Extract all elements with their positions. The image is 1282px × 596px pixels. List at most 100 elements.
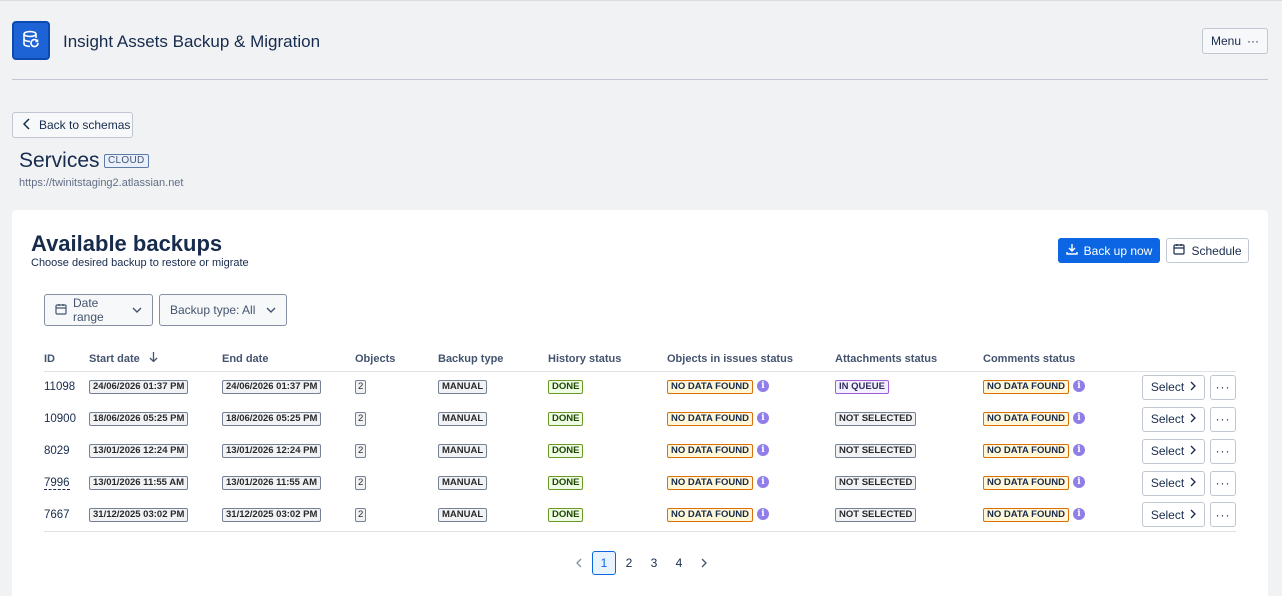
more-actions-button[interactable]: ··· [1210,374,1236,400]
row-id[interactable]: 11098 [44,381,75,393]
schedule-label: Schedule [1191,243,1242,258]
card-subtitle: Choose desired backup to restore or migr… [31,257,249,269]
row-attachments-status: NOT SELECTED [835,507,917,522]
col-history-status[interactable]: History status [548,347,667,372]
row-actions-cell: Select ··· [1113,435,1236,467]
cloud-badge: CLOUD [104,154,149,168]
page-2[interactable]: 2 [617,551,641,575]
chevron-right-icon [1190,508,1197,522]
schema-url: https://twinitstaging2.atlassian.net [19,177,184,189]
select-button[interactable]: Select [1142,406,1205,432]
more-dots-icon: ··· [1247,34,1260,48]
row-objects: 2 [355,507,367,522]
pagination: 1 2 3 4 [567,551,716,575]
col-objects[interactable]: Objects [355,347,438,372]
col-start-date-label: Start date [89,353,140,366]
row-objects: 2 [355,412,367,426]
col-objects-issues-status[interactable]: Objects in issues status [667,347,835,372]
info-icon[interactable]: i [756,443,769,456]
row-actions: Select ··· [1113,438,1236,464]
row-start-cell: 24/06/2026 01:37 PM [89,371,222,403]
table-header-row: ID Start date End date Objects Backup ty… [44,347,1236,372]
row-objects-cell: 2 [355,467,438,499]
row-issues-status: NO DATA FOUND [667,412,753,427]
next-page-icon[interactable] [692,551,716,575]
row-end-date: 13/01/2026 11:55 AM [222,476,322,490]
info-icon[interactable]: i [756,411,769,424]
more-dots-icon: ··· [1215,444,1231,458]
row-history-cell: DONE [548,371,667,403]
col-end-date[interactable]: End date [222,347,355,372]
prev-page-icon[interactable] [567,551,591,575]
table-row: 11098 24/06/2026 01:37 PM 24/06/2026 01:37… [44,371,1236,403]
col-backup-type[interactable]: Backup type [438,347,548,372]
row-id[interactable]: 7667 [44,509,70,521]
row-attachments-status: NOT SELECTED [835,476,917,490]
page-4[interactable]: 4 [667,551,691,575]
page-3[interactable]: 3 [642,551,666,575]
page-1[interactable]: 1 [592,551,616,575]
date-range-filter[interactable]: Date range [44,294,153,326]
select-label: Select [1150,476,1185,490]
row-comments-status: NO DATA FOUND [983,444,1069,459]
more-dots-icon: ··· [1215,507,1231,522]
row-actions: Select ··· [1113,502,1236,528]
info-icon[interactable]: i [756,475,769,488]
schedule-button[interactable]: Schedule [1166,238,1249,263]
row-issues-cell: NO DATA FOUND i [667,467,835,499]
backups-card: Available backups Choose desired backup … [12,210,1268,596]
row-actions-cell: Select ··· [1113,499,1236,532]
more-actions-button[interactable]: ··· [1210,406,1236,432]
back-up-now-button[interactable]: Back up now [1058,238,1160,263]
row-issues-status: NO DATA FOUND [667,507,753,522]
backups-table: ID Start date End date Objects Backup ty… [44,347,1236,532]
row-objects-cell: 2 [355,435,438,467]
row-id[interactable]: 8029 [44,445,70,457]
date-range-label: Date range [73,296,104,324]
more-actions-button[interactable]: ··· [1210,438,1236,464]
more-dots-icon: ··· [1215,412,1231,426]
select-button[interactable]: Select [1142,374,1205,400]
select-label: Select [1150,507,1185,522]
row-backup-type: MANUAL [438,507,488,522]
more-actions-button[interactable]: ··· [1210,502,1236,528]
row-objects-cell: 2 [355,499,438,532]
row-comments-status: NO DATA FOUND [983,412,1069,427]
info-icon[interactable]: i [756,507,769,520]
info-icon[interactable]: i [1072,380,1085,393]
row-type-cell: MANUAL [438,467,548,499]
row-issues-cell: NO DATA FOUND i [667,435,835,467]
info-icon[interactable]: i [1072,443,1085,456]
select-button[interactable]: Select [1142,438,1205,464]
row-comments-status: NO DATA FOUND [983,507,1069,522]
chevron-right-icon [1190,444,1197,458]
info-icon[interactable]: i [1072,475,1085,488]
row-actions: Select ··· [1113,406,1236,432]
row-start-date: 13/01/2026 11:55 AM [89,476,189,490]
row-issues-cell: NO DATA FOUND i [667,499,835,532]
chevron-right-icon [1190,412,1197,426]
info-icon[interactable]: i [1072,507,1085,520]
row-id-cell: 7996 [44,467,89,499]
col-attachments-status[interactable]: Attachments status [835,347,983,372]
row-history-status: DONE [548,444,584,458]
calendar-icon [55,303,67,318]
more-actions-button[interactable]: ··· [1210,470,1236,496]
info-icon[interactable]: i [1072,411,1085,424]
info-icon[interactable]: i [756,380,769,393]
col-id[interactable]: ID [44,347,89,372]
back-to-schemas-button[interactable]: Back to schemas [12,112,133,138]
row-history-status: DONE [548,476,584,490]
table-row: 10900 18/06/2026 05:25 PM 18/06/2026 05:25… [44,403,1236,435]
row-history-cell: DONE [548,403,667,435]
col-start-date[interactable]: Start date [89,347,222,372]
row-actions-cell: Select ··· [1113,371,1236,403]
col-comments-status[interactable]: Comments status [983,347,1113,372]
select-button[interactable]: Select [1142,502,1205,528]
more-dots-icon: ··· [1215,476,1231,490]
menu-button[interactable]: Menu ··· [1202,28,1268,54]
row-id[interactable]: 10900 [44,413,76,425]
row-id[interactable]: 7996 [44,477,70,490]
select-button[interactable]: Select [1142,470,1205,496]
backup-type-filter[interactable]: Backup type: All [159,294,287,326]
